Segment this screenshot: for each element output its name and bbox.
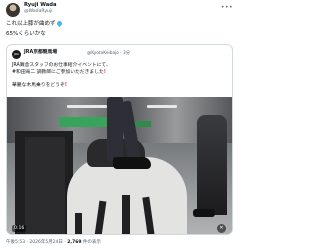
author-name[interactable]: Ryuji Wada — [24, 2, 56, 8]
tweet-text-line2: 65%くらいかな — [6, 31, 46, 37]
quoted-text-line1: JRA厩舎スタッフのお仕事紹介イベントにて、 — [12, 63, 111, 68]
views-count: 2,769 — [67, 240, 82, 245]
horse-stripe — [75, 213, 82, 234]
ceiling-light — [147, 105, 177, 108]
quoted-text-line2-text: #和田竜二 調教師にご参加いただきました — [12, 70, 104, 75]
quoted-author-name: JRA京都競馬場 — [24, 50, 58, 55]
quoted-text-line2: #和田竜二 調教師にご参加いただきました! — [12, 70, 106, 76]
quoted-tweet-card[interactable]: JRA JRA京都競馬場 @KyotoKeibajo · 3分 JRA厩舎スタッ… — [6, 44, 233, 235]
droplet-icon — [55, 19, 63, 28]
more-options-icon[interactable]: ••• — [221, 4, 233, 11]
author-avatar[interactable] — [6, 3, 20, 17]
views-label: 件の表示 — [82, 240, 101, 245]
quoted-text-line3: 華麗な木馬乗りをどうぞ! — [12, 83, 67, 89]
rider-shoe — [113, 157, 151, 169]
author-handle[interactable]: @WadaRyuji — [24, 9, 53, 14]
tweet-text: これ以上膝が曲めず — [6, 21, 56, 27]
bystander-shoe — [193, 209, 215, 217]
quoted-author-handle: @KyotoKeibajo · 3分 — [87, 50, 131, 56]
video-player[interactable]: 0:16 ✕ — [7, 97, 232, 234]
speaker-muted-icon[interactable]: ✕ — [217, 224, 226, 233]
quoted-text-line3-text: 華麗な木馬乗りをどうぞ — [12, 83, 65, 88]
ceiling-light — [67, 105, 107, 108]
horse-stripe — [122, 195, 130, 234]
exclamation-icon: ! — [103, 70, 106, 75]
dark-panel — [25, 137, 65, 234]
video-timecode: 0:16 — [12, 225, 27, 232]
tweet-timestamp[interactable]: 午後5:53 · 2026年5月24日 — [6, 240, 63, 245]
tweet-meta: 午後5:53 · 2026年5月24日 · 2,769 件の表示 — [6, 240, 101, 245]
tweet-text-line1: これ以上膝が曲めず — [6, 19, 63, 28]
quoted-author-avatar: JRA — [12, 50, 21, 59]
exclamation-icon: ! — [64, 83, 67, 88]
bystander — [197, 115, 227, 215]
